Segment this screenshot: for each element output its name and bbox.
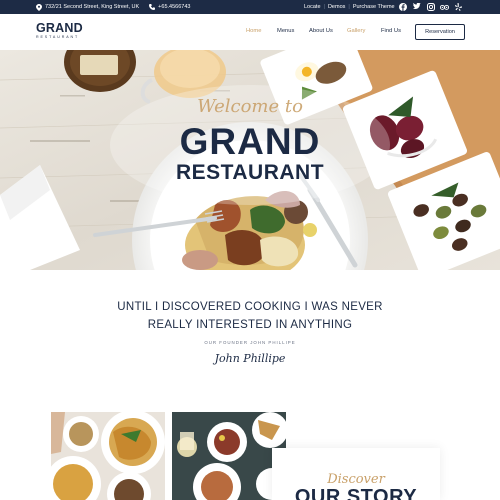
nav-item-about-us[interactable]: About Us <box>309 28 333 34</box>
discover-script: Discover <box>327 472 385 487</box>
instagram-icon[interactable] <box>426 2 435 11</box>
reservation-button[interactable]: Reservation <box>415 24 465 40</box>
purchase-theme-link[interactable]: Purchase Theme <box>353 4 395 10</box>
hero-banner: Welcome to GRAND RESTAURANT <box>0 50 500 270</box>
our-story-card: Discover OUR STORY <box>272 448 440 500</box>
nav-item-home[interactable]: Home <box>246 28 261 34</box>
logo-sub-text: RESTAURANT <box>36 35 80 39</box>
hero-subtitle: RESTAURANT <box>175 161 325 184</box>
hero-title: GRAND <box>179 121 321 162</box>
tripadvisor-icon[interactable] <box>440 2 449 11</box>
nav-item-find-us[interactable]: Find Us <box>381 28 401 34</box>
our-story-heading: OUR STORY <box>294 486 418 500</box>
separator: | <box>323 4 325 10</box>
facebook-icon[interactable] <box>398 2 407 11</box>
main-navigation: GRAND RESTAURANT Home Menus About Us Gal… <box>0 14 500 50</box>
twitter-icon[interactable] <box>412 2 421 11</box>
intro-quote-line-2: REALLY INTERESTED IN ANYTHING <box>147 319 353 331</box>
founder-signature: John Phillipe <box>214 352 286 365</box>
top-info-bar: 732/21 Second Street, King Street, UK +6… <box>0 0 500 14</box>
phone-text[interactable]: +65.4566743 <box>158 4 190 10</box>
separator: | <box>348 4 350 10</box>
location-pin-icon <box>36 3 42 11</box>
food-photo-2 <box>172 412 286 500</box>
logo-main-text: GRAND <box>36 21 83 35</box>
yelp-icon[interactable] <box>454 2 463 11</box>
phone-item[interactable]: +65.4566743 <box>149 4 190 10</box>
logo[interactable]: GRAND RESTAURANT <box>36 21 84 39</box>
founder-caption: OUR FOUNDER JOHN PHILLIPE <box>204 340 296 345</box>
gallery-image-1[interactable] <box>51 412 165 500</box>
nav-item-menus[interactable]: Menus <box>277 28 294 34</box>
demos-link[interactable]: Demos <box>328 4 345 10</box>
hero-welcome-script: Welcome to <box>197 96 303 117</box>
intro-quote-line-1: UNTIL I DISCOVERED COOKING I WAS NEVER <box>117 301 383 313</box>
locate-link[interactable]: Locate <box>304 4 321 10</box>
address-item: 732/21 Second Street, King Street, UK <box>36 3 140 11</box>
phone-icon <box>149 4 156 10</box>
nav-item-gallery[interactable]: Gallery <box>347 28 365 34</box>
food-photo-1 <box>51 412 165 500</box>
gallery-image-2[interactable] <box>172 412 286 500</box>
address-text: 732/21 Second Street, King Street, UK <box>45 4 140 10</box>
